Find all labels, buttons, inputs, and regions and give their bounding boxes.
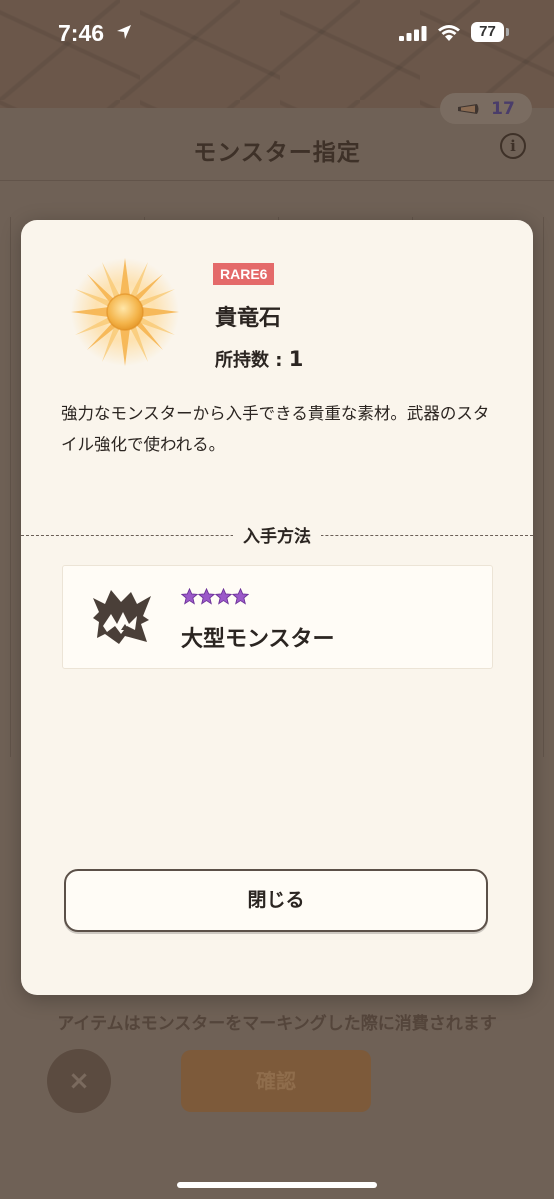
page-title: モンスター指定 bbox=[193, 140, 361, 166]
item-detail-modal: RARE6 貴竜石 所持数 : 1 強力なモンスターから入手できる貴重な素材。武… bbox=[21, 220, 533, 995]
close-button[interactable]: 閉じる bbox=[64, 869, 488, 932]
info-icon[interactable]: i bbox=[500, 133, 526, 159]
battery-nub bbox=[506, 28, 509, 36]
owned-label: 所持数 : bbox=[215, 350, 289, 371]
currency-count: 17 bbox=[491, 98, 515, 119]
star-icon bbox=[198, 588, 215, 605]
horn-icon bbox=[458, 103, 479, 114]
star-rating bbox=[181, 588, 249, 605]
monster-fang-icon bbox=[93, 590, 151, 644]
location-arrow-icon bbox=[117, 25, 131, 39]
home-indicator[interactable] bbox=[177, 1182, 377, 1188]
star-icon bbox=[215, 588, 232, 605]
footer-note: アイテムはモンスターをマーキングした際に消費されます bbox=[57, 1014, 497, 1034]
sun-stone-icon bbox=[71, 258, 179, 366]
currency-badge: 17 bbox=[440, 93, 532, 124]
item-name: 貴竜石 bbox=[215, 306, 282, 331]
battery-icon: 77 bbox=[471, 22, 504, 42]
status-time: 7:46 bbox=[58, 20, 105, 46]
star-icon bbox=[181, 588, 198, 605]
item-description: 強力なモンスターから入手できる貴重な素材。武器のスタイル強化で使われる。 bbox=[61, 404, 490, 454]
acquisition-header: 入手方法 bbox=[21, 522, 533, 547]
close-x-icon[interactable]: × bbox=[47, 1049, 111, 1113]
confirm-button[interactable]: 確認 bbox=[181, 1050, 371, 1112]
owned-count: 1 bbox=[288, 347, 304, 371]
star-icon bbox=[232, 588, 249, 605]
source-card[interactable]: 大型モンスター bbox=[62, 565, 493, 669]
rarity-badge: RARE6 bbox=[213, 263, 275, 285]
owned-count-row: 所持数 : 1 bbox=[215, 346, 303, 372]
signal-icon bbox=[399, 26, 427, 41]
source-label: 大型モンスター bbox=[181, 627, 335, 652]
status-bar: 7:46 77 bbox=[0, 0, 554, 66]
wifi-icon bbox=[438, 25, 460, 41]
acquisition-title: 入手方法 bbox=[233, 527, 321, 547]
